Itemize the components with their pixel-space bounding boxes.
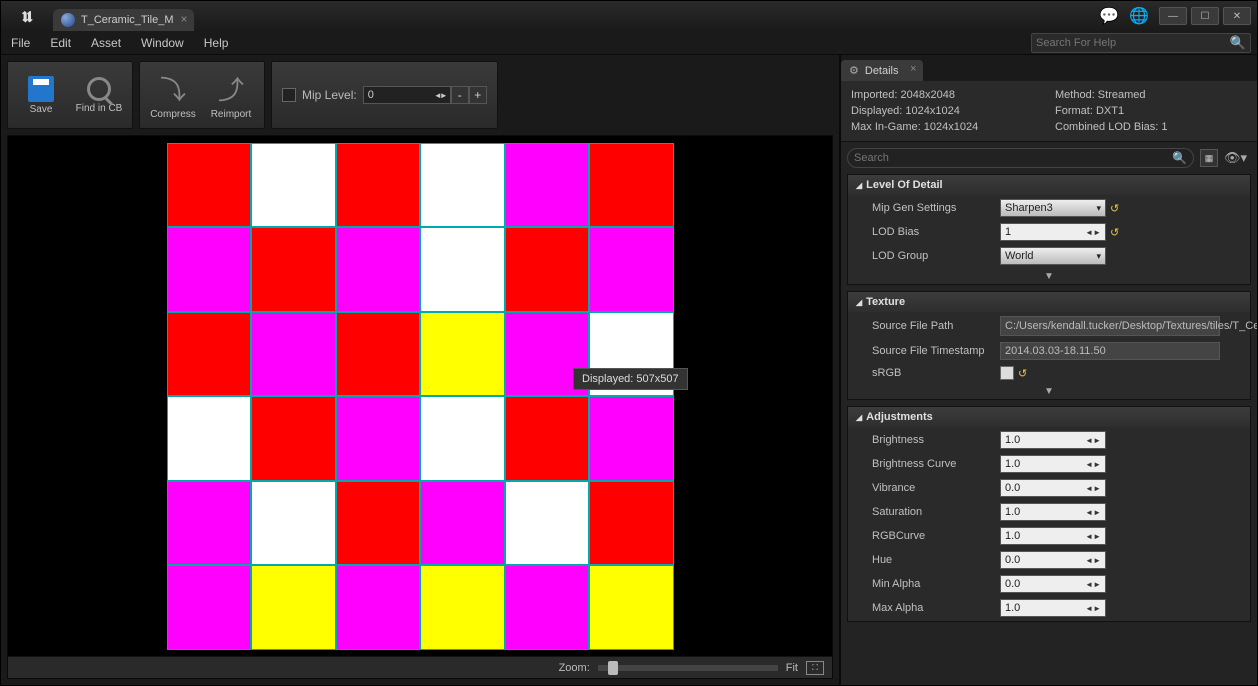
lod-group-label: LOD Group	[872, 250, 992, 262]
expand-advanced-button[interactable]: ▼	[848, 269, 1250, 284]
fit-button[interactable]: ⛶	[806, 661, 824, 675]
source-path-field[interactable]: C:/Users/kendall.tucker/Desktop/Textures…	[1000, 316, 1220, 336]
details-icon: ⚙	[849, 64, 859, 77]
search-icon: 🔍	[1172, 151, 1187, 165]
find-in-cb-button[interactable]: Find in CB	[70, 66, 128, 124]
search-icon: 🔍	[1230, 35, 1246, 51]
texture-info: Imported: 2048x2048 Method: Streamed Dis…	[841, 81, 1257, 142]
floppy-icon	[28, 76, 54, 102]
save-button[interactable]: Save	[12, 66, 70, 124]
adjustment-label: Min Alpha	[872, 578, 992, 590]
reimport-button[interactable]: ⤴ Reimport	[202, 66, 260, 124]
details-tab[interactable]: ⚙ Details	[841, 60, 923, 81]
adjustment-input[interactable]: 1.0◄►	[1000, 455, 1106, 473]
expand-advanced-button[interactable]: ▼	[848, 384, 1250, 399]
menu-edit[interactable]: Edit	[40, 32, 81, 54]
adjustment-label: Max Alpha	[872, 602, 992, 614]
info-format: Format: DXT1	[1055, 105, 1247, 117]
menu-help[interactable]: Help	[194, 32, 239, 54]
mip-level-input[interactable]: 0 ◄►	[363, 86, 451, 104]
srgb-checkbox[interactable]	[1000, 366, 1014, 380]
section-lod-header[interactable]: Level Of Detail	[848, 175, 1250, 195]
info-max-ingame: Max In-Game: 1024x1024	[851, 121, 1043, 133]
zoom-label: Zoom:	[559, 662, 590, 674]
details-search-input[interactable]	[854, 152, 1172, 164]
adjustment-input[interactable]: 0.0◄►	[1000, 479, 1106, 497]
fit-label: Fit	[786, 662, 798, 674]
app-logo: 𝖚	[1, 1, 53, 31]
reset-icon[interactable]: ↺	[1110, 226, 1119, 239]
adjustment-label: Vibrance	[872, 482, 992, 494]
section-adjustments-header[interactable]: Adjustments	[848, 407, 1250, 427]
reimport-icon: ⤴	[218, 70, 244, 107]
lod-group-combo[interactable]: World	[1000, 247, 1106, 265]
source-control-icon[interactable]: 🌐	[1129, 6, 1149, 26]
adjustment-input[interactable]: 1.0◄►	[1000, 431, 1106, 449]
adjustment-input[interactable]: 1.0◄►	[1000, 527, 1106, 545]
compress-icon: ⤵	[160, 70, 186, 107]
mip-gen-label: Mip Gen Settings	[872, 202, 992, 214]
mip-level-label: Mip Level:	[302, 88, 357, 102]
close-button[interactable]: ✕	[1223, 7, 1251, 25]
document-tab[interactable]: T_Ceramic_Tile_M	[53, 9, 194, 31]
section-texture-header[interactable]: Texture	[848, 292, 1250, 312]
info-method: Method: Streamed	[1055, 89, 1247, 101]
help-search[interactable]: 🔍	[1031, 33, 1251, 53]
info-imported: Imported: 2048x2048	[851, 89, 1043, 101]
adjustment-label: Hue	[872, 554, 992, 566]
minimize-button[interactable]: —	[1159, 7, 1187, 25]
adjustment-input[interactable]: 1.0◄►	[1000, 599, 1106, 617]
tab-title: T_Ceramic_Tile_M	[81, 14, 174, 26]
magnifier-icon	[87, 77, 111, 101]
mip-decrement-button[interactable]: -	[451, 86, 469, 104]
adjustment-label: RGBCurve	[872, 530, 992, 542]
zoom-slider[interactable]	[598, 665, 778, 671]
menu-asset[interactable]: Asset	[81, 32, 131, 54]
texture-icon	[61, 13, 75, 27]
adjustment-input[interactable]: 0.0◄►	[1000, 551, 1106, 569]
adjustment-label: Brightness Curve	[872, 458, 992, 470]
adjustment-label: Saturation	[872, 506, 992, 518]
source-path-label: Source File Path	[872, 320, 992, 332]
property-matrix-button[interactable]: ▦	[1200, 149, 1218, 167]
mip-level-checkbox[interactable]	[282, 88, 296, 102]
adjustment-label: Brightness	[872, 434, 992, 446]
menu-window[interactable]: Window	[131, 32, 194, 54]
view-options-icon[interactable]: 👁▾	[1224, 150, 1251, 166]
lod-bias-label: LOD Bias	[872, 226, 992, 238]
reset-icon[interactable]: ↺	[1110, 202, 1119, 215]
lod-bias-input[interactable]: 1◄►	[1000, 223, 1106, 241]
texture-preview	[167, 143, 674, 650]
spinner-arrows-icon: ◄►	[434, 91, 446, 100]
reset-icon[interactable]: ↺	[1018, 367, 1027, 380]
info-displayed: Displayed: 1024x1024	[851, 105, 1043, 117]
section-lod: Level Of Detail Mip Gen Settings Sharpen…	[847, 174, 1251, 285]
maximize-button[interactable]: ☐	[1191, 7, 1219, 25]
compress-button[interactable]: ⤵ Compress	[144, 66, 202, 124]
adjustment-input[interactable]: 1.0◄►	[1000, 503, 1106, 521]
help-search-input[interactable]	[1036, 37, 1230, 49]
menu-file[interactable]: File	[1, 32, 40, 54]
details-search[interactable]: 🔍	[847, 148, 1194, 168]
mip-increment-button[interactable]: +	[469, 86, 487, 104]
source-timestamp-field[interactable]: 2014.03.03-18.11.50	[1000, 342, 1220, 360]
source-timestamp-label: Source File Timestamp	[872, 345, 992, 357]
info-lod-bias: Combined LOD Bias: 1	[1055, 121, 1247, 133]
adjustment-input[interactable]: 0.0◄►	[1000, 575, 1106, 593]
mip-gen-combo[interactable]: Sharpen3	[1000, 199, 1106, 217]
srgb-label: sRGB	[872, 367, 992, 379]
section-texture: Texture Source File Path C:/Users/kendal…	[847, 291, 1251, 400]
texture-viewport[interactable]: Displayed: 507x507	[8, 136, 832, 656]
chat-icon[interactable]: 💬	[1099, 6, 1119, 26]
section-adjustments: Adjustments Brightness 1.0◄► Brightness Cu…	[847, 406, 1251, 622]
